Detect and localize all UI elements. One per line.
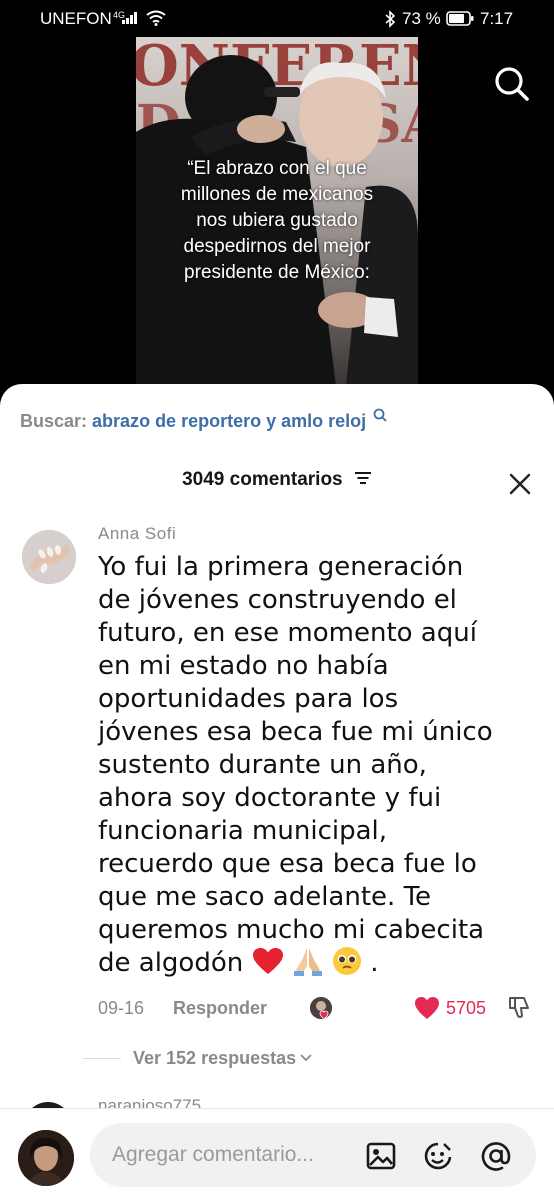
battery-percent: 73 %	[402, 9, 441, 28]
chevron-down-icon	[300, 1054, 312, 1062]
close-icon[interactable]	[508, 472, 532, 496]
pleading-face-emoji-icon	[333, 947, 362, 975]
like-count: 5705	[446, 998, 487, 1018]
comment-input[interactable]	[110, 1137, 364, 1173]
comment-username[interactable]: Anna Sofi	[98, 524, 176, 544]
video-caption: “El abrazo con el que millones de mexica…	[180, 158, 374, 283]
comment-input-bar	[0, 1108, 554, 1201]
comments-sheet: Buscar: abrazo de reportero y amlo reloj…	[0, 384, 554, 1200]
search-query-link[interactable]: abrazo de reportero y amlo reloj	[92, 411, 366, 431]
comments-count-header[interactable]: 3049 comentarios	[0, 469, 554, 491]
view-replies-label: Ver 152 respuestas	[133, 1048, 297, 1068]
search-small-icon	[373, 408, 387, 422]
signal-icon	[122, 12, 137, 24]
battery-icon	[446, 11, 474, 26]
status-bar: UNEFON 4G 73 % 7:17	[0, 0, 554, 38]
mention-at-icon[interactable]	[480, 1140, 512, 1172]
search-icon[interactable]	[492, 64, 530, 102]
replies-divider	[83, 1058, 121, 1059]
comments-count: 3049 comentarios	[182, 469, 343, 490]
user-avatar[interactable]	[18, 1130, 74, 1186]
emoji-icon[interactable]	[422, 1140, 454, 1172]
video-player[interactable]: ONFEREN D SA “El abrazo con el que millo…	[136, 37, 418, 386]
comment-date: 09-16	[98, 998, 145, 1018]
search-label: Buscar:	[20, 411, 88, 431]
user-avatar-image	[18, 1130, 74, 1186]
comment-input-container[interactable]	[90, 1123, 536, 1187]
carrier-name: UNEFON	[40, 9, 112, 28]
like-heart-icon[interactable]	[414, 996, 440, 1020]
related-search[interactable]: Buscar: abrazo de reportero y amlo reloj	[20, 408, 387, 432]
creator-liked-avatar	[310, 997, 332, 1020]
praying-hands-emoji-icon	[293, 948, 322, 976]
clock: 7:17	[480, 9, 514, 28]
avatar-image	[22, 530, 76, 584]
dislike-icon[interactable]	[507, 994, 533, 1020]
reply-button[interactable]: Responder	[173, 998, 267, 1019]
image-icon[interactable]	[365, 1140, 397, 1172]
wifi-icon	[146, 10, 166, 26]
comment-text: Yo fui la primera generación de jóvenes …	[98, 552, 493, 978]
sort-filter-icon[interactable]	[354, 471, 372, 485]
avatar[interactable]	[22, 530, 76, 584]
bluetooth-icon	[385, 10, 396, 28]
view-replies-button[interactable]: Ver 152 respuestas	[133, 1048, 312, 1069]
red-heart-emoji-icon	[252, 948, 283, 974]
